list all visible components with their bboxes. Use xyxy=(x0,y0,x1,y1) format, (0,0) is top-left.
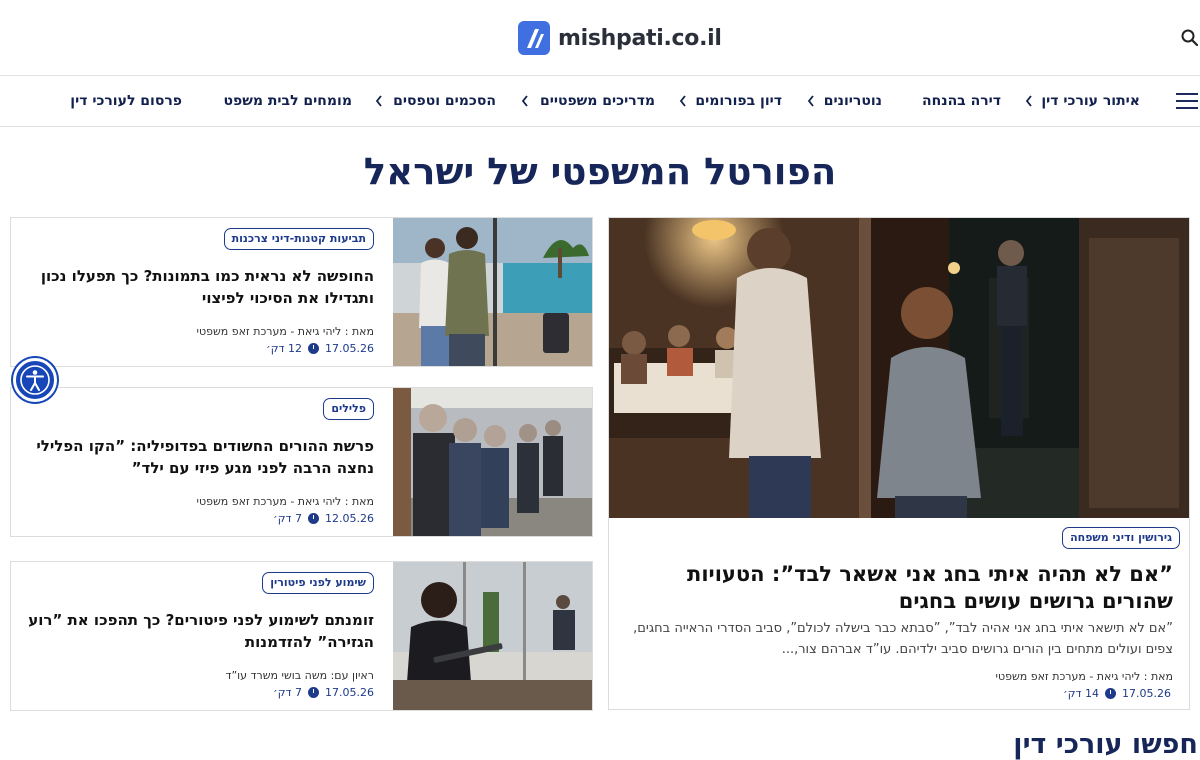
article-card-image xyxy=(393,218,592,366)
logo-mark-icon xyxy=(518,21,550,55)
clock-icon xyxy=(1105,688,1117,699)
site-logo[interactable]: mishpati.co.il xyxy=(518,20,722,56)
featured-article-image xyxy=(609,218,1189,518)
article-card-title[interactable]: פרשת ההורים החשודים בפדופיליה: ”הקו הפלי… xyxy=(14,435,374,479)
nav-item-legal-guides[interactable]: מדריכים משפטיים xyxy=(540,90,655,112)
article-card[interactable]: פלילים פרשת ההורים החשודים בפדופיליה: ”ה… xyxy=(10,387,593,537)
find-lawyers-heading: חפשו עורכי דין xyxy=(1013,729,1198,760)
clock-icon xyxy=(308,343,320,354)
clock-icon xyxy=(308,513,320,524)
category-tag[interactable]: שימוע לפני פיטורין xyxy=(262,572,374,594)
category-tag[interactable]: גירושין ודיני משפחה xyxy=(1062,527,1180,549)
article-byline: מאת : ליהי גיאת - מערכת זאפ משפטי xyxy=(995,670,1173,683)
featured-article[interactable]: גירושין ודיני משפחה ”אם לא תהיה איתי בחג… xyxy=(608,217,1190,710)
clock-icon xyxy=(308,687,320,698)
article-meta: 12.05.26 7 דק׳ xyxy=(273,512,374,525)
nav-item-find-lawyers[interactable]: איתור עורכי דין xyxy=(1041,90,1140,112)
accessibility-icon[interactable] xyxy=(13,358,57,402)
article-byline: ראיון עם: משה בושי משרד עו”ד xyxy=(225,669,374,682)
nav-item-court-experts[interactable]: מומחים לבית משפט xyxy=(224,90,352,112)
search-icon[interactable] xyxy=(1180,28,1200,48)
nav-item-agreements-forms[interactable]: הסכמים וטפסים xyxy=(393,90,496,112)
article-read-time: 7 דק׳ xyxy=(273,512,303,525)
chevron-left-icon[interactable] xyxy=(678,93,688,109)
category-tag[interactable]: פלילים xyxy=(323,398,374,420)
article-date: 17.05.26 xyxy=(325,686,374,699)
article-read-time: 12 דק׳ xyxy=(266,342,303,355)
article-card-image xyxy=(393,562,592,710)
article-read-time: 7 דק׳ xyxy=(273,686,303,699)
article-byline: מאת : ליהי גיאת - מערכת זאפ משפטי xyxy=(196,325,374,338)
chevron-left-icon[interactable] xyxy=(1024,93,1034,109)
site-header: mishpati.co.il xyxy=(0,0,1200,76)
hamburger-menu-icon[interactable] xyxy=(1176,93,1198,111)
nav-item-discount-apartment[interactable]: דירה בהנחה xyxy=(922,90,1001,112)
article-card-title[interactable]: זומנתם לשימוע לפני פיטורים? כך תהפכו את … xyxy=(14,609,374,653)
article-byline: מאת : ליהי גיאת - מערכת זאפ משפטי xyxy=(196,495,374,508)
category-tag[interactable]: תביעות קטנות-דיני צרכנות xyxy=(223,228,374,250)
nav-item-forums[interactable]: דיון בפורומים xyxy=(695,90,782,112)
article-meta: 17.05.26 12 דק׳ xyxy=(266,342,374,355)
featured-article-excerpt: ”אם לא תישאר איתי בחג אני אהיה לבד”, ”סב… xyxy=(633,621,1173,657)
logo-text: mishpati.co.il xyxy=(558,25,722,51)
chevron-left-icon[interactable] xyxy=(520,93,530,109)
nav-item-notaries[interactable]: נוטריונים xyxy=(824,90,882,112)
article-meta: 17.05.26 7 דק׳ xyxy=(273,686,374,699)
article-card[interactable]: שימוע לפני פיטורין זומנתם לשימוע לפני פי… xyxy=(10,561,593,711)
chevron-left-icon[interactable] xyxy=(374,93,384,109)
article-card[interactable]: תביעות קטנות-דיני צרכנות החופשה לא נראית… xyxy=(10,217,593,367)
article-read-time: 14 דק׳ xyxy=(1063,687,1100,700)
main-nav: איתור עורכי דין דירה בהנחה נוטריונים דיו… xyxy=(0,76,1200,127)
article-date: 17.05.26 xyxy=(1122,687,1171,700)
article-card-title[interactable]: החופשה לא נראית כמו בתמונות? כך תפעלו נכ… xyxy=(14,265,374,309)
article-card-image xyxy=(393,388,592,536)
article-meta: 17.05.26 14 דק׳ xyxy=(1063,687,1171,700)
article-date: 12.05.26 xyxy=(325,512,374,525)
article-date: 17.05.26 xyxy=(325,342,374,355)
featured-article-title[interactable]: ”אם לא תהיה איתי בחג אני אשאר לבד”: הטעו… xyxy=(621,561,1173,615)
chevron-left-icon[interactable] xyxy=(806,93,816,109)
nav-item-advertise-lawyers[interactable]: פרסום לעורכי דין xyxy=(70,90,182,112)
page-title: הפורטל המשפטי של ישראל xyxy=(363,150,837,193)
